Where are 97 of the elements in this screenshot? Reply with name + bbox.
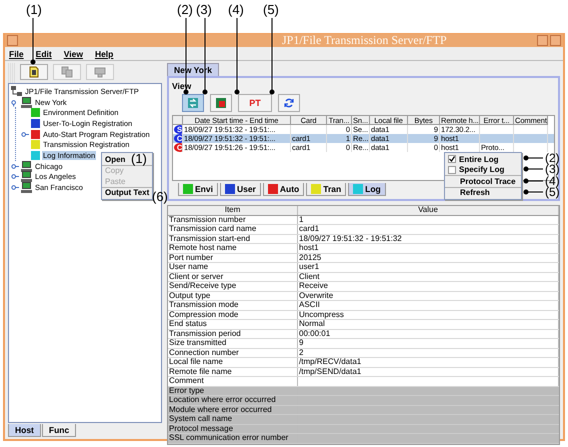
table-cell: Connection number xyxy=(168,348,298,357)
checked-checkbox[interactable] xyxy=(448,155,456,164)
table-cell: Transmission period xyxy=(168,330,298,338)
table-cell: Compression mode xyxy=(168,310,298,319)
menu-item[interactable]: Specify Log xyxy=(459,165,504,174)
table-cell: Location where error occurred xyxy=(168,396,298,404)
table-cell: Transmission number xyxy=(168,216,298,224)
collapsed-handle-icon[interactable] xyxy=(11,183,19,192)
table-cell: User name xyxy=(168,263,298,272)
toolbar-button[interactable]: PT xyxy=(238,94,272,112)
menu-item[interactable]: Help xyxy=(94,48,114,58)
stop-icon xyxy=(215,97,227,109)
callout-label: (2) xyxy=(545,151,560,165)
table-cell: Transmission card name xyxy=(168,225,298,234)
tab[interactable]: Func xyxy=(42,424,76,437)
sync-icon xyxy=(187,97,199,109)
table-cell: 1 xyxy=(298,216,559,224)
menu-item[interactable]: View xyxy=(64,48,83,58)
checkbox[interactable] xyxy=(448,166,456,174)
table-cell: /tmp/RECV/data1 xyxy=(298,358,559,366)
computer-icon xyxy=(21,96,32,108)
menu-item[interactable]: Open xyxy=(105,154,126,164)
table-cell: Client xyxy=(298,272,559,281)
callout-label: (5) xyxy=(263,3,279,17)
callout-label: (2) xyxy=(177,3,193,17)
menu-item[interactable]: Edit xyxy=(36,48,52,58)
toolbar-button[interactable] xyxy=(210,94,232,112)
column-header[interactable]: Item xyxy=(168,206,298,214)
table-cell: Output type xyxy=(168,292,298,300)
table-cell: Transmission start-end xyxy=(168,234,298,243)
leader-line xyxy=(524,178,544,184)
table-cell: 20125 xyxy=(298,254,559,262)
table-cell: Transmission mode xyxy=(168,301,298,310)
column-header[interactable]: Value xyxy=(298,206,559,214)
table-cell: 2 xyxy=(298,348,559,357)
leader-line xyxy=(524,190,544,194)
refresh-icon xyxy=(283,97,295,109)
callout-label: (3) xyxy=(196,3,212,17)
leader-line xyxy=(30,18,36,64)
callout-label: (1) xyxy=(131,152,147,166)
table-cell: Port number xyxy=(168,254,298,262)
toolbar-button[interactable] xyxy=(278,94,300,112)
table-cell: 9 xyxy=(298,339,559,348)
tab[interactable]: Host xyxy=(8,424,41,437)
leader-line xyxy=(524,156,544,160)
menu-item[interactable]: Refresh xyxy=(460,188,490,198)
copy-icon xyxy=(61,66,73,78)
table-cell: System call name xyxy=(168,415,298,424)
table-cell: Receive xyxy=(298,282,559,290)
table-cell: Comment xyxy=(168,377,298,386)
table-cell: End status xyxy=(168,320,298,328)
tab[interactable]: User xyxy=(220,183,261,196)
tab[interactable]: Log xyxy=(348,183,386,196)
table-cell: user1 xyxy=(298,263,559,272)
table-cell: Error type xyxy=(168,386,298,395)
callout-label: (4) xyxy=(545,174,560,188)
table-cell: Module where error occurred xyxy=(168,406,298,414)
computer-icon xyxy=(21,160,32,172)
tab[interactable]: Auto xyxy=(262,183,304,196)
leader-line xyxy=(524,166,544,172)
table-cell: 00:00:01 xyxy=(298,330,559,338)
table-cell: Size transmitted xyxy=(168,339,298,348)
menu-item[interactable]: Entire Log xyxy=(459,154,499,164)
menu-item[interactable]: Output Text xyxy=(105,188,150,198)
table-cell: Remote file name xyxy=(168,368,298,376)
table-cell: Local file name xyxy=(168,358,298,366)
table-cell: host1 xyxy=(298,244,559,252)
column-header[interactable] xyxy=(173,116,183,125)
table-cell: SSL communication error number xyxy=(168,434,298,442)
table-cell: Send/Receive type xyxy=(168,282,298,290)
window-title: JP1/File Transmission Server/FTP xyxy=(281,33,448,48)
collapsed-handle-icon[interactable] xyxy=(21,130,29,139)
tab[interactable]: Envi xyxy=(178,183,218,196)
table-cell: Overwrite xyxy=(298,292,559,300)
network-icon xyxy=(11,86,22,97)
table-cell: 18/09/27 19:51:32 - 19:51:32 xyxy=(298,234,559,243)
callout-label: (1) xyxy=(26,3,42,17)
open-icon xyxy=(28,66,40,78)
toolbar-button[interactable] xyxy=(20,64,48,80)
collapsed-handle-icon[interactable] xyxy=(11,172,19,182)
computer-icon xyxy=(21,171,32,182)
callout-label: (4) xyxy=(228,3,244,17)
menu-item[interactable]: File xyxy=(9,48,24,58)
expanded-handle-icon[interactable] xyxy=(11,98,19,107)
table-cell: Uncompress xyxy=(298,310,559,319)
tab[interactable]: Tran xyxy=(306,183,346,196)
table-cell: Remote host name xyxy=(168,244,298,252)
table-cell: ASCII xyxy=(298,301,559,310)
table-cell: card1 xyxy=(298,225,559,234)
table-cell: /tmp/SEND/data1 xyxy=(298,368,559,376)
menu-item[interactable]: Protocol Trace xyxy=(460,176,516,186)
table-cell: Client or server xyxy=(168,272,298,281)
callout-label: (6) xyxy=(152,190,168,204)
collapsed-handle-icon[interactable] xyxy=(11,162,19,171)
table-cell: Normal xyxy=(298,320,559,328)
table-cell: Protocol message xyxy=(168,424,298,433)
computer-icon xyxy=(21,182,32,194)
